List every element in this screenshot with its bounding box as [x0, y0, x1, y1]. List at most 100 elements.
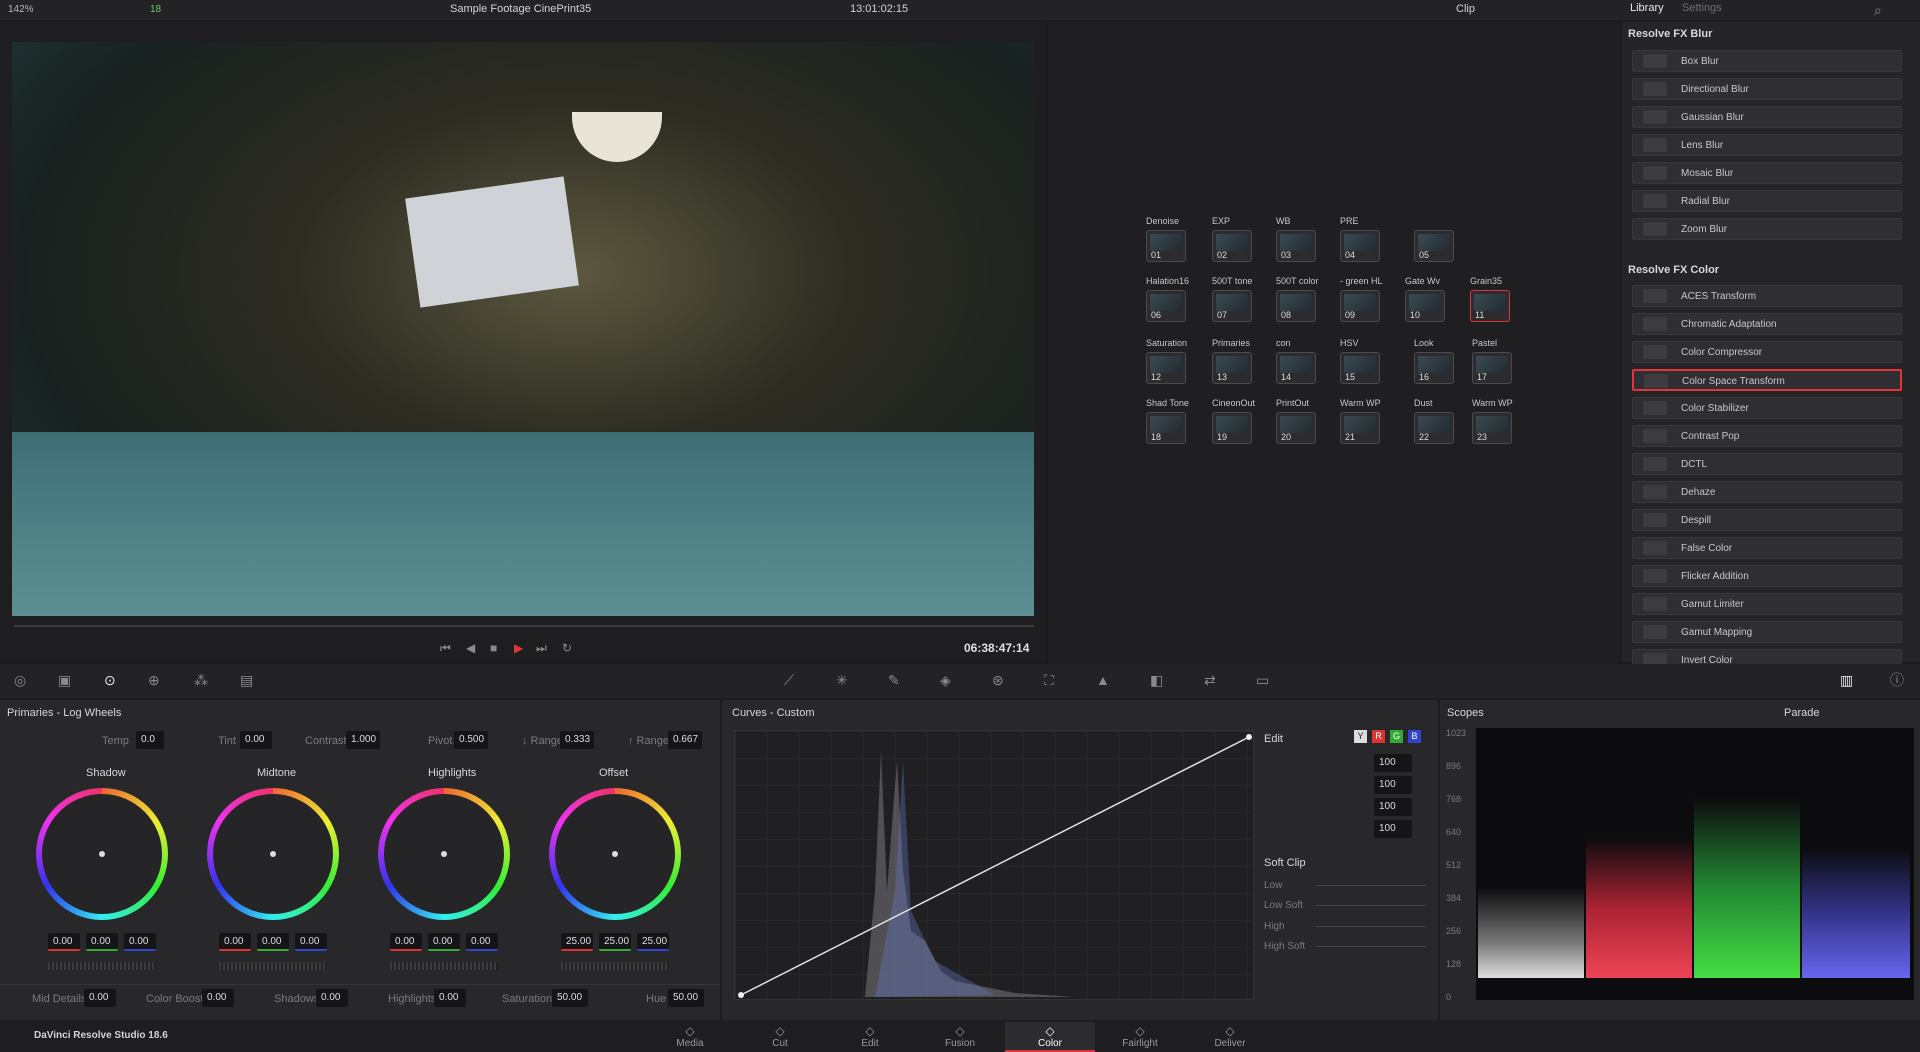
- highlights-input[interactable]: 0.00: [434, 989, 466, 1007]
- library-item[interactable]: Color Stabilizer: [1632, 397, 1902, 419]
- contrast-input[interactable]: 1.000: [346, 731, 380, 749]
- step-back-icon[interactable]: ◀: [466, 641, 475, 655]
- node-3[interactable]: 03: [1276, 230, 1316, 262]
- wheel-value-input[interactable]: 0.00: [466, 933, 498, 951]
- saturation-input[interactable]: 50.00: [552, 989, 588, 1007]
- page-tab-fusion[interactable]: ◇ Fusion: [915, 1022, 1005, 1052]
- node-4[interactable]: 04: [1340, 230, 1380, 262]
- page-tab-color[interactable]: ◇ Color: [1005, 1022, 1095, 1052]
- page-tab-media[interactable]: ◇ Media: [645, 1022, 735, 1052]
- rgb-mixer-icon[interactable]: ⁂: [194, 673, 208, 687]
- node-13[interactable]: 13: [1212, 352, 1252, 384]
- node-6[interactable]: 06: [1146, 290, 1186, 322]
- library-item[interactable]: Box Blur: [1632, 50, 1902, 72]
- node-17[interactable]: 17: [1472, 352, 1512, 384]
- node-18[interactable]: 18: [1146, 412, 1186, 444]
- camera-raw-icon[interactable]: ◎: [14, 673, 26, 687]
- node-graph[interactable]: Denoise 01 EXP 02 WB 03 PRE 04 05 Halation16 06 500…: [1048, 22, 1620, 662]
- skip-end-icon[interactable]: ⏭: [536, 641, 547, 655]
- window-icon[interactable]: ◈: [940, 673, 951, 687]
- color-header[interactable]: Resolve FX Color: [1628, 264, 1719, 276]
- library-item[interactable]: Despill: [1632, 509, 1902, 531]
- wheel-value-input[interactable]: 0.00: [86, 933, 118, 951]
- node-15[interactable]: 15: [1340, 352, 1380, 384]
- magic-mask-icon[interactable]: ⛶: [1044, 673, 1054, 687]
- library-item[interactable]: Radial Blur: [1632, 190, 1902, 212]
- library-item[interactable]: Mosaic Blur: [1632, 162, 1902, 184]
- sizing-icon[interactable]: ⇄: [1204, 673, 1216, 687]
- library-item[interactable]: Contrast Pop: [1632, 425, 1902, 447]
- library-item[interactable]: Chromatic Adaptation: [1632, 313, 1902, 335]
- zoom-dropdown[interactable]: 142%: [8, 4, 34, 15]
- shadows-input[interactable]: 0.00: [316, 989, 348, 1007]
- library-item[interactable]: Color Compressor: [1632, 341, 1902, 363]
- node-7[interactable]: 07: [1212, 290, 1252, 322]
- master-wheel-slider[interactable]: [219, 962, 327, 970]
- blur-header[interactable]: Resolve FX Blur: [1628, 28, 1712, 40]
- page-tab-edit[interactable]: ◇ Edit: [825, 1022, 915, 1052]
- tab-library[interactable]: Library: [1630, 2, 1664, 14]
- loop-icon[interactable]: ↻: [562, 641, 572, 655]
- master-wheel-slider[interactable]: [48, 962, 156, 970]
- clip-mode-dropdown[interactable]: Clip: [1456, 3, 1475, 15]
- hdr-icon[interactable]: ⊕: [148, 673, 160, 687]
- qualifier-icon[interactable]: ✎: [888, 673, 900, 687]
- page-tab-deliver[interactable]: ◇ Deliver: [1185, 1022, 1275, 1052]
- low-range-input[interactable]: 0.333: [560, 731, 594, 749]
- high-range-input[interactable]: 0.667: [668, 731, 702, 749]
- library-item[interactable]: Gaussian Blur: [1632, 106, 1902, 128]
- node-20[interactable]: 20: [1276, 412, 1316, 444]
- curve-r-input[interactable]: 100: [1374, 776, 1412, 794]
- scrubber[interactable]: [14, 625, 1034, 627]
- color-boost-input[interactable]: 0.00: [202, 989, 234, 1007]
- color-wheel[interactable]: [36, 788, 168, 920]
- library-item[interactable]: ACES Transform: [1632, 285, 1902, 307]
- tracker-icon[interactable]: ⊛: [992, 673, 1004, 687]
- library-item[interactable]: Gamut Mapping: [1632, 621, 1902, 643]
- play-icon[interactable]: ▶: [514, 641, 523, 655]
- wheel-value-input[interactable]: 25.00: [561, 933, 593, 951]
- node-1[interactable]: 01: [1146, 230, 1186, 262]
- hue-input[interactable]: 50.00: [668, 989, 704, 1007]
- search-icon[interactable]: ⌕: [1874, 3, 1882, 17]
- mid-details-input[interactable]: 0.00: [84, 989, 116, 1007]
- curve-graph[interactable]: [734, 730, 1255, 1001]
- curve-g-button[interactable]: G: [1390, 730, 1403, 743]
- tint-input[interactable]: 0.00: [240, 731, 272, 749]
- wheel-value-input[interactable]: 0.00: [257, 933, 289, 951]
- library-item[interactable]: Directional Blur: [1632, 78, 1902, 100]
- node-16[interactable]: 16: [1414, 352, 1454, 384]
- color-wheel[interactable]: [378, 788, 510, 920]
- curve-b-input[interactable]: 100: [1374, 820, 1412, 838]
- tab-settings[interactable]: Settings: [1682, 2, 1722, 14]
- master-wheel-slider[interactable]: [561, 962, 669, 970]
- node-9[interactable]: 09: [1340, 290, 1380, 322]
- curve-b-button[interactable]: B: [1408, 730, 1421, 743]
- wheel-puck[interactable]: [270, 851, 276, 857]
- color-warper-icon[interactable]: ✳: [836, 673, 848, 687]
- color-wheel[interactable]: [207, 788, 339, 920]
- curve-r-button[interactable]: R: [1372, 730, 1385, 743]
- color-wheels-icon[interactable]: ⊙: [104, 673, 116, 687]
- master-wheel-slider[interactable]: [390, 962, 498, 970]
- stop-icon[interactable]: ■: [490, 641, 497, 655]
- color-match-icon[interactable]: ▣: [58, 673, 71, 687]
- high-slider[interactable]: [1316, 926, 1426, 927]
- library-item[interactable]: Dehaze: [1632, 481, 1902, 503]
- node-8[interactable]: 08: [1276, 290, 1316, 322]
- node-19[interactable]: 19: [1212, 412, 1252, 444]
- node-22[interactable]: 22: [1414, 412, 1454, 444]
- node-12[interactable]: 12: [1146, 352, 1186, 384]
- wheel-value-input[interactable]: 0.00: [390, 933, 422, 951]
- library-item[interactable]: DCTL: [1632, 453, 1902, 475]
- curve-g-input[interactable]: 100: [1374, 798, 1412, 816]
- timecode-display[interactable]: 13:01:02:15: [850, 3, 908, 15]
- wheel-value-input[interactable]: 0.00: [124, 933, 156, 951]
- node-2[interactable]: 02: [1212, 230, 1252, 262]
- library-item[interactable]: False Color: [1632, 537, 1902, 559]
- scope-mode-dropdown[interactable]: Parade: [1784, 707, 1819, 719]
- page-tab-fairlight[interactable]: ◇ Fairlight: [1095, 1022, 1185, 1052]
- node-23[interactable]: 23: [1472, 412, 1512, 444]
- library-item[interactable]: Zoom Blur: [1632, 218, 1902, 240]
- curve-y-input[interactable]: 100: [1374, 754, 1412, 772]
